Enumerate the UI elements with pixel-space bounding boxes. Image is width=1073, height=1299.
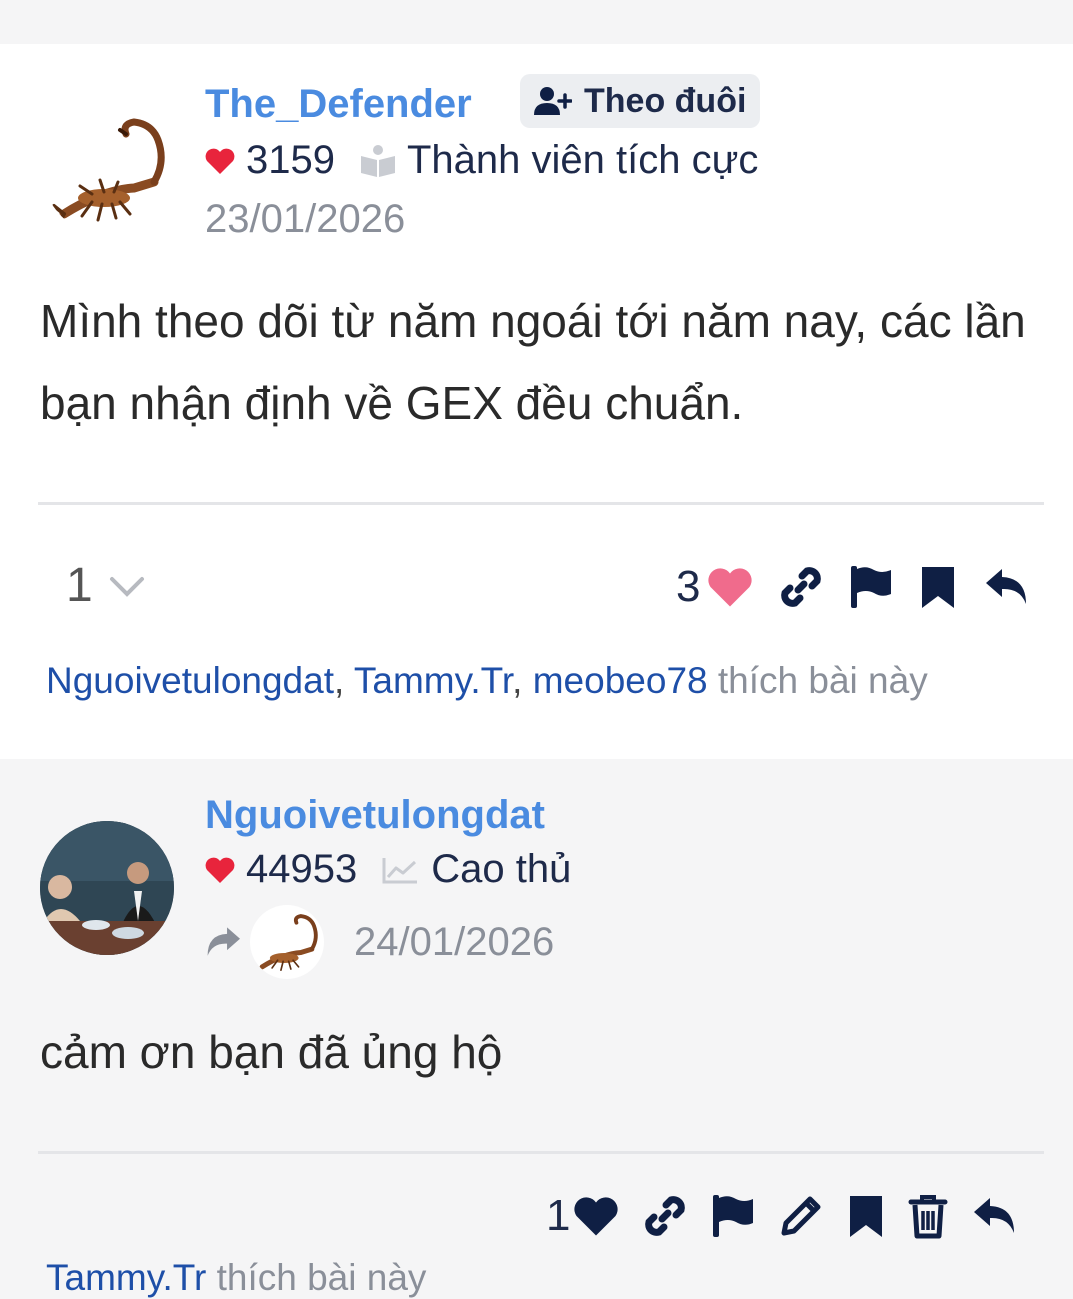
user-photo-icon <box>40 821 174 955</box>
likes-score: 44953 <box>246 847 358 891</box>
user-rank: Cao thủ <box>431 847 572 891</box>
divider <box>38 502 1044 505</box>
bookmark-button[interactable] <box>846 1193 886 1239</box>
reply-to-row <box>204 905 324 979</box>
username[interactable]: Nguoivetulongdat <box>205 793 545 838</box>
share-link-button[interactable] <box>642 1193 688 1239</box>
reply-icon <box>974 1198 1015 1233</box>
forward-arrow-icon <box>207 927 240 956</box>
user-plus-icon <box>534 87 572 115</box>
heart-icon <box>708 568 753 607</box>
delete-button[interactable] <box>908 1193 948 1239</box>
heart-icon <box>574 1197 619 1236</box>
flag-icon <box>713 1195 754 1237</box>
link-icon <box>781 567 822 607</box>
liked-by-user[interactable]: Nguoivetulongdat <box>46 660 334 701</box>
bookmark-button[interactable] <box>918 564 958 610</box>
reply-icon <box>986 569 1027 604</box>
edit-button[interactable] <box>778 1193 824 1239</box>
liked-by-user[interactable]: Tammy.Tr <box>354 660 512 701</box>
likes-score: 3159 <box>246 138 335 182</box>
divider <box>38 1151 1044 1154</box>
report-button[interactable] <box>848 564 894 610</box>
post-actions: 1 <box>546 1191 1018 1241</box>
post-date[interactable]: 23/01/2026 <box>205 197 405 242</box>
chart-line-icon <box>382 857 418 883</box>
like-count: 3 <box>676 562 701 611</box>
book-reader-icon <box>360 144 395 177</box>
heart-icon <box>205 857 235 883</box>
username[interactable]: The_Defender <box>205 82 472 127</box>
reply-button[interactable] <box>984 566 1030 608</box>
previous-post-edge <box>0 0 1073 44</box>
bookmark-icon <box>922 567 955 608</box>
user-stats: 44953 Cao thủ <box>204 847 571 892</box>
scorpion-avatar-icon <box>259 914 318 971</box>
post-card: Nguoivetulongdat 44953 Cao thủ 24/01/202… <box>0 759 1073 1298</box>
flag-icon <box>851 566 892 608</box>
post-date[interactable]: 24/01/2026 <box>354 920 554 965</box>
like-button[interactable] <box>706 566 754 608</box>
liked-suffix: thích bài này <box>717 660 928 701</box>
reply-button[interactable] <box>972 1195 1018 1237</box>
liked-by-user[interactable]: meobeo78 <box>533 660 708 701</box>
user-stats: 3159 Thành viên tích cực <box>204 138 758 183</box>
like-count: 1 <box>546 1191 571 1240</box>
avatar[interactable] <box>42 102 176 236</box>
reaction-number: 1 <box>66 559 93 612</box>
bookmark-icon <box>850 1196 883 1237</box>
pencil-icon <box>781 1196 821 1236</box>
follow-label: Theo đuôi <box>584 81 747 120</box>
chevron-down-icon <box>109 576 144 597</box>
report-button[interactable] <box>710 1193 756 1239</box>
reaction-dropdown[interactable]: 1 <box>66 558 147 613</box>
post-actions: 3 <box>676 562 1030 612</box>
trash-icon <box>908 1195 948 1239</box>
liked-by-line: Nguoivetulongdat, Tammy.Tr, meobeo78 thí… <box>46 660 928 701</box>
post-body: Mình theo dõi từ năm ngoái tới năm nay, … <box>40 295 1026 429</box>
user-rank: Thành viên tích cực <box>406 138 759 182</box>
post-card: The_Defender Theo đuôi 3159 Thành viên t… <box>0 44 1073 759</box>
share-link-button[interactable] <box>778 564 824 610</box>
like-button[interactable] <box>572 1195 620 1237</box>
scorpion-avatar-icon <box>52 118 165 226</box>
follow-button[interactable]: Theo đuôi <box>520 74 761 128</box>
liked-suffix: thích bài này <box>216 1257 427 1298</box>
link-icon <box>645 1196 686 1236</box>
post-body: cảm ơn bạn đã ủng hộ <box>40 1026 503 1078</box>
avatar[interactable] <box>40 821 174 955</box>
heart-icon <box>205 148 235 174</box>
replied-to-avatar[interactable] <box>250 905 324 979</box>
liked-by-line: Tammy.Tr thích bài này <box>46 1257 426 1299</box>
liked-by-user[interactable]: Tammy.Tr <box>46 1257 206 1298</box>
